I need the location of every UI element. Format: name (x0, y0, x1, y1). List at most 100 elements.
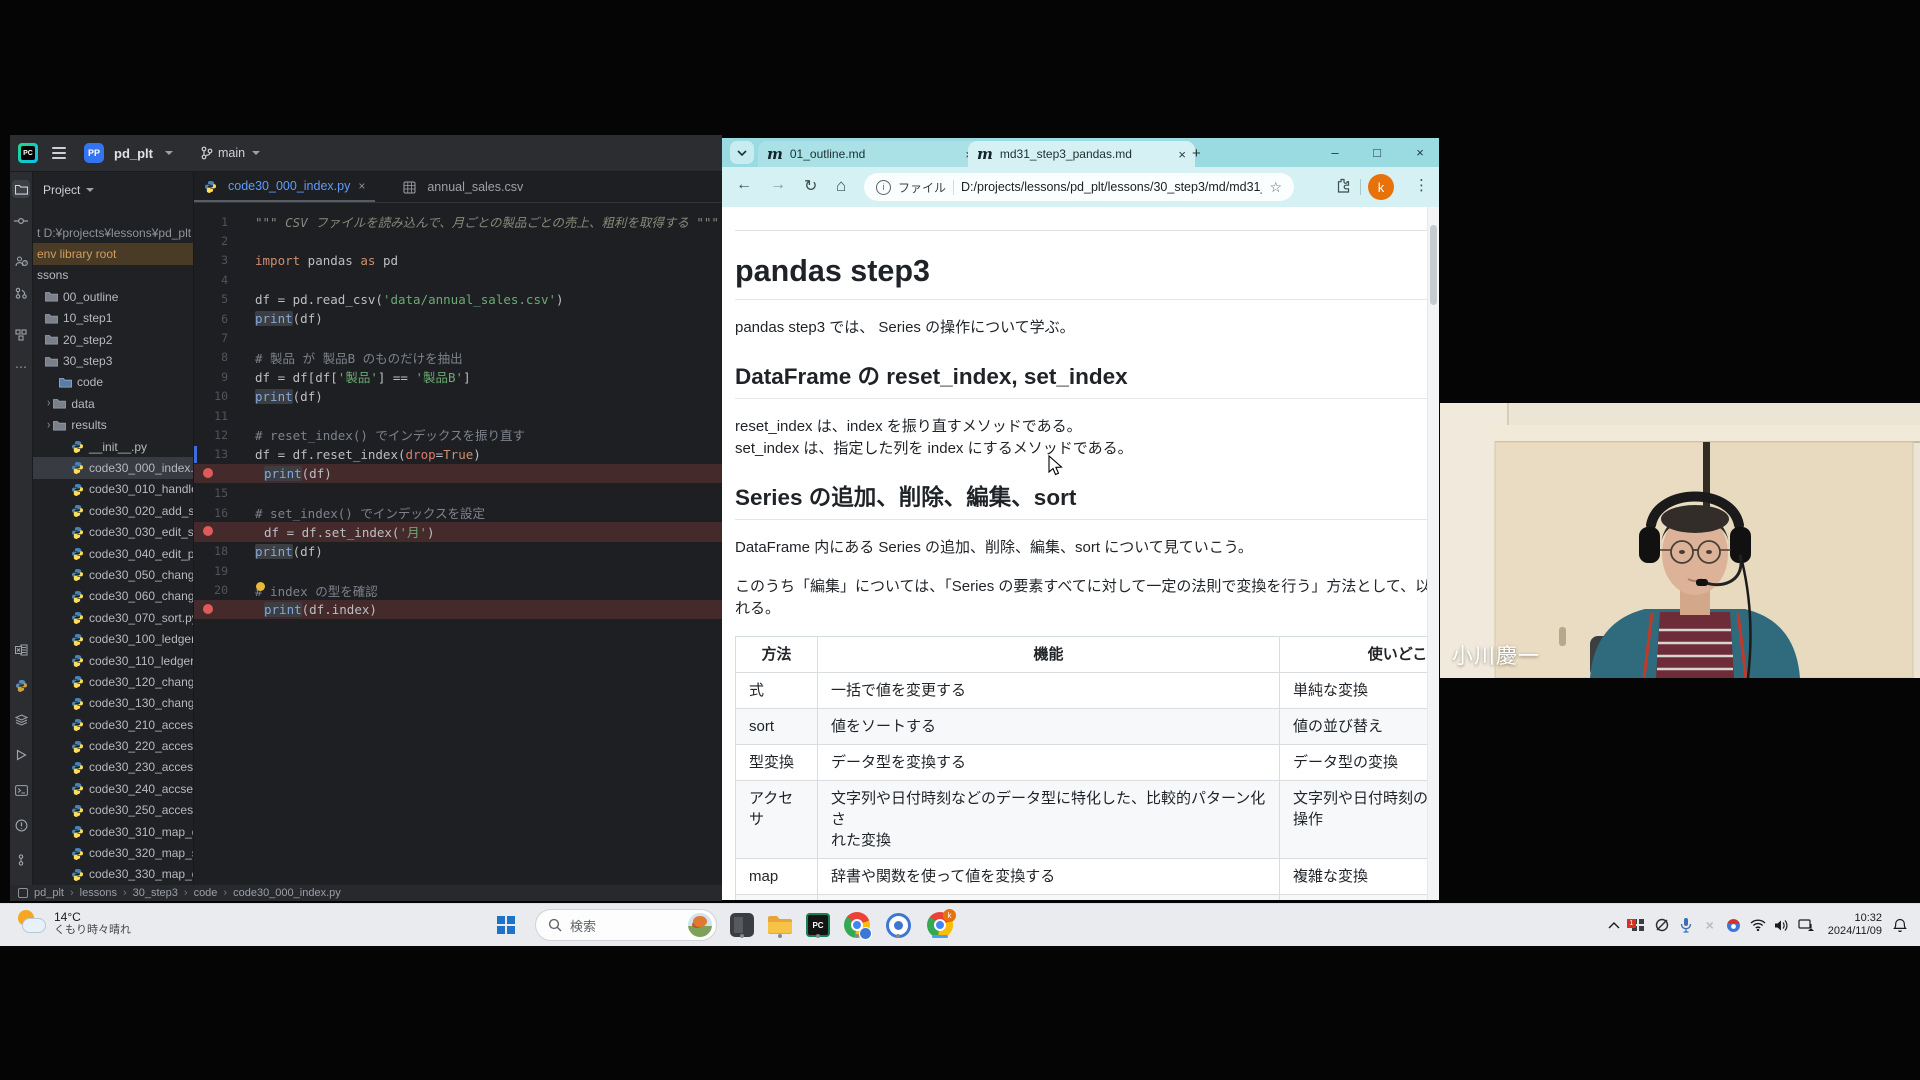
terminal-tool-icon[interactable] (12, 781, 30, 799)
forward-button[interactable]: → (770, 176, 786, 194)
wifi-icon[interactable] (1746, 919, 1770, 931)
x-app-icon[interactable]: × (1698, 917, 1722, 933)
tree-item[interactable]: ›results (33, 415, 193, 436)
line-number-gutter[interactable]: 20 (194, 583, 235, 597)
profile-avatar[interactable]: k (1368, 174, 1394, 200)
line-number-gutter[interactable] (194, 525, 244, 539)
editor-tab-annual-sales[interactable]: annual_sales.csv (393, 172, 533, 202)
line-number-gutter[interactable]: 6 (194, 312, 235, 326)
line-number-gutter[interactable]: 8 (194, 350, 235, 364)
project-name[interactable]: pd_plt (114, 146, 153, 161)
chevron-right-icon[interactable]: › (47, 397, 50, 410)
tree-item[interactable]: __init__.py (33, 436, 193, 457)
screen-share-icon[interactable] (1794, 919, 1818, 932)
tree-item[interactable]: 20_step2 (33, 329, 193, 350)
minimize-button[interactable]: – (1320, 138, 1350, 167)
run-tool-icon[interactable] (12, 746, 30, 764)
tree-item[interactable]: code30_010_handle_s (33, 479, 193, 500)
line-number-gutter[interactable]: 5 (194, 292, 235, 306)
bookmark-star-icon[interactable]: ☆ (1269, 179, 1282, 196)
scrollbar[interactable] (1427, 207, 1439, 900)
line-number-gutter[interactable] (194, 467, 244, 481)
tree-item[interactable]: ssons (33, 265, 193, 286)
breadcrumb-item[interactable]: code (194, 887, 218, 899)
line-number-gutter[interactable]: 19 (194, 564, 235, 578)
breakpoint-icon[interactable] (203, 468, 213, 478)
scrollbar-thumb[interactable] (1430, 225, 1437, 305)
extensions-puzzle-icon[interactable] (1335, 178, 1350, 198)
breadcrumb-item[interactable]: lessons (80, 887, 117, 899)
close-icon[interactable]: × (1178, 147, 1186, 162)
line-number-gutter[interactable]: 16 (194, 506, 235, 520)
line-number-gutter[interactable]: 12 (194, 428, 235, 442)
tree-item[interactable]: code30_070_sort.py (33, 607, 193, 628)
line-number-gutter[interactable]: 3 (194, 253, 235, 267)
line-number-gutter[interactable]: 13 (194, 447, 235, 461)
collaborators-tool-icon[interactable]: ? (12, 252, 30, 270)
project-tool-icon[interactable] (12, 180, 30, 198)
browser-tab-outline[interactable]: m 01_outline.md × (758, 141, 982, 167)
line-number-gutter[interactable]: 15 (194, 486, 235, 500)
new-tab-button[interactable]: + (1192, 145, 1201, 162)
reload-button[interactable]: ↻ (804, 176, 817, 196)
commit-tool-icon[interactable] (12, 212, 30, 230)
tree-item[interactable]: code30_100_ledger_xl (33, 628, 193, 649)
tree-item[interactable]: env library root (33, 243, 193, 264)
circle-app-button[interactable] (884, 911, 912, 939)
tree-item[interactable]: code (33, 372, 193, 393)
tree-item[interactable]: code30_040_edit_part (33, 543, 193, 564)
tree-item[interactable]: code30_030_edit_serie (33, 521, 193, 542)
search-box[interactable]: 検索 (535, 909, 717, 941)
start-button[interactable] (492, 911, 520, 939)
line-number-gutter[interactable] (194, 603, 244, 617)
pull-requests-tool-icon[interactable] (12, 284, 30, 302)
tab-search-button[interactable] (730, 141, 754, 164)
tree-item[interactable]: code30_220_accesor_s (33, 735, 193, 756)
project-badge[interactable]: PP (84, 143, 104, 163)
project-panel-header[interactable]: Project (33, 178, 193, 202)
line-number-gutter[interactable]: 18 (194, 544, 235, 558)
tree-item[interactable]: ›data (33, 393, 193, 414)
notification-bell-icon[interactable] (1888, 918, 1912, 933)
sphere-app-icon[interactable] (1722, 918, 1746, 933)
breakpoint-icon[interactable] (203, 604, 213, 614)
chevron-right-icon[interactable]: › (47, 419, 50, 432)
tree-item[interactable]: code30_050_change_l (33, 564, 193, 585)
line-number-gutter[interactable]: 2 (194, 234, 235, 248)
services-tool-icon[interactable] (12, 711, 30, 729)
vcs-tool-icon[interactable] (12, 851, 30, 869)
tree-item[interactable]: code30_020_add_serie (33, 500, 193, 521)
url-text[interactable]: D:/projects/lessons/pd_plt/lessons/30_st… (961, 180, 1262, 194)
breakpoint-icon[interactable] (203, 526, 213, 536)
chrome-taskbar-button[interactable] (843, 911, 871, 939)
microphone-icon[interactable] (1674, 917, 1698, 933)
breadcrumb-item[interactable]: pd_plt (34, 887, 64, 899)
editor-tab-code30-000-index[interactable]: code30_000_index.py × (194, 172, 375, 202)
volume-icon[interactable] (1770, 919, 1794, 932)
line-number-gutter[interactable]: 7 (194, 331, 235, 345)
address-bar[interactable]: i ファイル D:/projects/lessons/pd_plt/lesson… (864, 173, 1294, 201)
pycharm-taskbar-button[interactable]: PC (804, 911, 832, 939)
tree-item[interactable]: code30_110_ledger_cs (33, 650, 193, 671)
tree-item[interactable]: code30_250_accesor_s (33, 800, 193, 821)
close-icon[interactable]: × (358, 179, 365, 193)
tree-item[interactable]: code30_330_map_dat (33, 864, 193, 885)
back-button[interactable]: ← (736, 176, 752, 194)
tree-item[interactable]: 30_step3 (33, 350, 193, 371)
tree-item[interactable]: t D:¥projects¥lessons¥pd_plt (33, 222, 193, 243)
tree-item[interactable]: code30_060_change_l (33, 586, 193, 607)
excel-viewer-tool-icon[interactable] (12, 641, 30, 659)
tree-item[interactable]: code30_310_map_dict (33, 821, 193, 842)
code-editor[interactable]: 1""" CSV ファイルを読み込んで、月ごとの製品ごとの売上、粗利を取得する … (194, 203, 722, 885)
tree-item[interactable]: code30_210_accesor_s (33, 714, 193, 735)
breadcrumb-item[interactable]: 30_step3 (133, 887, 178, 899)
tree-item[interactable]: code30_120_change_c (33, 671, 193, 692)
main-menu-icon[interactable] (52, 147, 66, 159)
tree-item[interactable]: code30_240_accsesor_s (33, 778, 193, 799)
close-button[interactable]: × (1405, 138, 1435, 167)
file-explorer-button[interactable] (766, 911, 794, 939)
tree-item[interactable]: 10_step1 (33, 308, 193, 329)
notification-badge-icon[interactable]: 1 (1626, 918, 1650, 932)
line-number-gutter[interactable]: 10 (194, 389, 235, 403)
clock[interactable]: 10:32 2024/11/09 (1828, 912, 1882, 938)
